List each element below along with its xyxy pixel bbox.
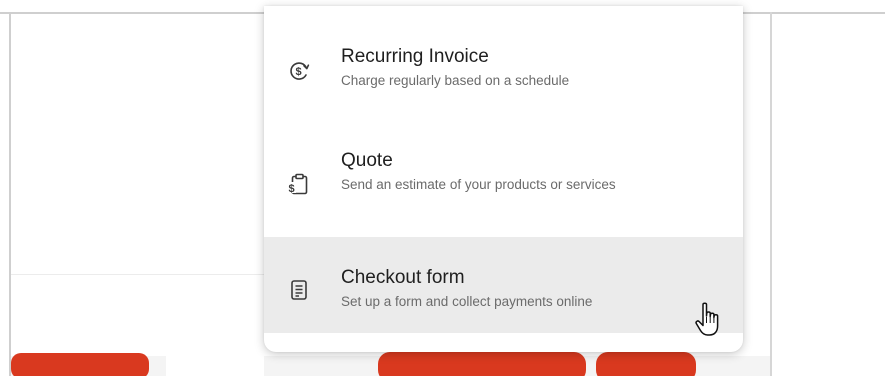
background-white-block xyxy=(166,356,264,376)
svg-text:$: $ xyxy=(289,183,295,195)
menu-item-recurring-invoice[interactable]: $ Recurring Invoice Charge regularly bas… xyxy=(264,6,743,119)
app-frame-right-border xyxy=(770,12,772,376)
menu-item-description: Charge regularly based on a schedule xyxy=(341,73,570,88)
menu-item-title: Recurring Invoice xyxy=(341,46,489,67)
menu-item-quote[interactable]: $ Quote Send an estimate of your product… xyxy=(264,119,743,237)
recurring-dollar-icon: $ xyxy=(287,59,311,83)
section-divider xyxy=(11,274,264,275)
app-frame-left-border xyxy=(9,12,11,376)
background-red-button-left[interactable] xyxy=(11,353,149,376)
checkout-form-icon xyxy=(287,278,311,302)
menu-item-title: Quote xyxy=(341,150,393,171)
quote-clipboard-icon: $ xyxy=(287,172,311,196)
page: $ Recurring Invoice Charge regularly bas… xyxy=(0,0,885,376)
background-red-button-middle[interactable] xyxy=(378,352,586,376)
menu-item-description: Set up a form and collect payments onlin… xyxy=(341,294,593,309)
svg-text:$: $ xyxy=(295,66,301,78)
background-red-button-right[interactable] xyxy=(596,352,696,376)
menu-item-checkout-form[interactable]: Checkout form Set up a form and collect … xyxy=(264,237,743,333)
hand-pointer-icon xyxy=(694,301,724,341)
menu-item-description: Send an estimate of your products or ser… xyxy=(341,177,616,192)
create-dropdown-menu: $ Recurring Invoice Charge regularly bas… xyxy=(264,6,743,352)
menu-item-title: Checkout form xyxy=(341,267,465,288)
